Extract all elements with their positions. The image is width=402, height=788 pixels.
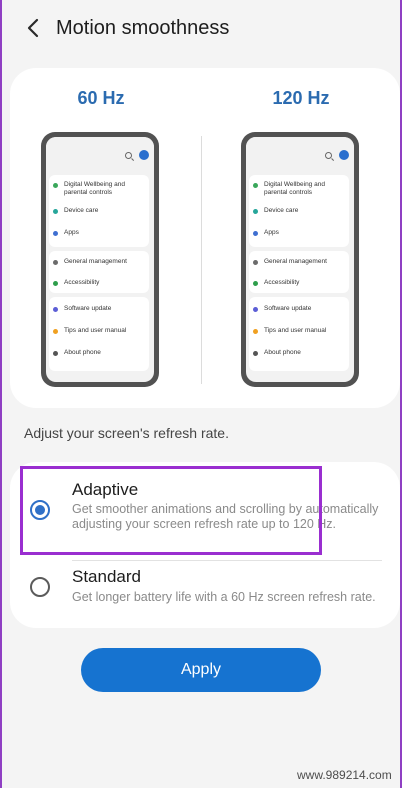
- search-icon: [325, 152, 332, 159]
- settings-row-icon: [253, 350, 258, 356]
- option-description: Get smoother animations and scrolling by…: [72, 502, 379, 531]
- option-description: Get longer battery life with a 60 Hz scr…: [72, 590, 376, 604]
- settings-row-icon: [53, 350, 58, 356]
- settings-row: Device care: [253, 207, 346, 215]
- settings-row: General management: [253, 258, 346, 266]
- settings-row-icon: [253, 259, 258, 265]
- settings-row-icon: [253, 230, 258, 236]
- phone-screen: Digital Wellbeing and parental controls …: [246, 137, 354, 382]
- settings-row: Apps: [253, 229, 346, 237]
- settings-row-icon: [53, 328, 58, 334]
- settings-row: About phone: [253, 349, 346, 357]
- settings-row: Device care: [53, 207, 146, 215]
- standard-radio[interactable]: [30, 577, 50, 597]
- settings-group: General management Accessibility: [249, 251, 349, 293]
- settings-group: Digital Wellbeing and parental controls …: [249, 175, 349, 247]
- settings-row-icon: [253, 328, 258, 334]
- phone-screen-header: [46, 137, 154, 173]
- settings-row-icon: [53, 259, 58, 265]
- settings-row: Tips and user manual: [53, 327, 146, 335]
- page-title: Motion smoothness: [56, 17, 230, 39]
- settings-row: Digital Wellbeing and parental controls: [253, 181, 346, 197]
- adaptive-radio[interactable]: [30, 500, 50, 520]
- refresh-rate-helper-text: Adjust your screen's refresh rate.: [24, 425, 229, 441]
- settings-group: Digital Wellbeing and parental controls …: [49, 175, 149, 247]
- settings-row: Tips and user manual: [253, 327, 346, 335]
- settings-row: Software update: [53, 305, 146, 313]
- option-adaptive[interactable]: Adaptive Get smoother animations and scr…: [10, 472, 400, 558]
- preview-60hz-label: 60 Hz: [77, 88, 125, 108]
- options-divider: [72, 560, 382, 561]
- settings-row-icon: [53, 230, 58, 236]
- settings-row: About phone: [53, 349, 146, 357]
- phone-screen: Digital Wellbeing and parental controls …: [46, 137, 154, 382]
- settings-row: Software update: [253, 305, 346, 313]
- settings-row: Digital Wellbeing and parental controls: [53, 181, 146, 197]
- settings-row-icon: [53, 208, 58, 214]
- settings-row: General management: [53, 258, 146, 266]
- phone-preview-120hz: Digital Wellbeing and parental controls …: [241, 132, 359, 387]
- watermark-text: www.989214.com: [297, 768, 392, 782]
- refresh-rate-options-card: Adaptive Get smoother animations and scr…: [10, 462, 400, 628]
- preview-120hz-label: 120 Hz: [272, 88, 330, 108]
- back-button[interactable]: [20, 15, 46, 41]
- settings-row-icon: [253, 280, 258, 286]
- avatar: [339, 150, 349, 160]
- settings-row: Accessibility: [253, 279, 346, 287]
- option-title: Standard: [72, 567, 141, 586]
- settings-group: General management Accessibility: [49, 251, 149, 293]
- phone-preview-60hz: Digital Wellbeing and parental controls …: [41, 132, 159, 387]
- phone-screen-header: [246, 137, 354, 173]
- settings-group: Software update Tips and user manual Abo…: [249, 297, 349, 371]
- option-title: Adaptive: [72, 480, 139, 499]
- settings-row-icon: [53, 280, 58, 286]
- settings-group: Software update Tips and user manual Abo…: [49, 297, 149, 371]
- option-standard[interactable]: Standard Get longer battery life with a …: [10, 564, 400, 622]
- chevron-left-icon: [27, 18, 39, 38]
- settings-row-icon: [253, 182, 258, 188]
- settings-row: Accessibility: [53, 279, 146, 287]
- settings-row-icon: [53, 306, 58, 312]
- apply-button[interactable]: Apply: [81, 648, 321, 692]
- refresh-rate-preview-card: 60 Hz 120 Hz Digital Wellbeing and paren…: [10, 68, 400, 408]
- settings-row-icon: [253, 208, 258, 214]
- avatar: [139, 150, 149, 160]
- app-header: Motion smoothness: [0, 0, 402, 58]
- search-icon: [125, 152, 132, 159]
- settings-row: Apps: [53, 229, 146, 237]
- preview-divider: [201, 136, 202, 384]
- settings-row-icon: [253, 306, 258, 312]
- settings-row-icon: [53, 182, 58, 188]
